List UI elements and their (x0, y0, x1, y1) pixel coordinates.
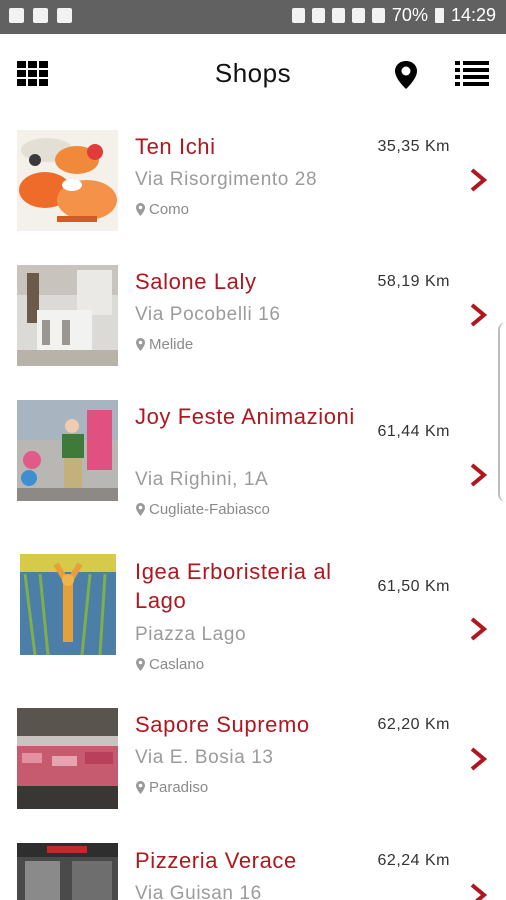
shop-photo (17, 708, 118, 809)
wifi-icon (351, 8, 365, 23)
chevron-right-icon[interactable] (469, 168, 487, 192)
shop-distance: 58,19 Km (377, 273, 450, 290)
list-item[interactable]: Sapore Supremo Via E. Bosia 13 Paradiso … (0, 704, 506, 839)
shop-address: Via Pocobelli 16 (135, 304, 281, 325)
shop-city: Cugliate-Fabiasco (136, 501, 270, 518)
shop-name[interactable]: Pizzeria Verace (135, 846, 365, 875)
list-item[interactable]: Joy Feste Animazioni Via Righini, 1A Cug… (0, 394, 506, 549)
shop-city: Como (136, 201, 189, 218)
shop-address: Via Risorgimento 28 (135, 169, 318, 190)
shop-address: Via Righini, 1A (135, 469, 269, 490)
shop-photo (17, 265, 118, 366)
location-icon (136, 203, 145, 216)
flipboard-notification-icon (57, 8, 72, 23)
city-label: Como (149, 201, 190, 218)
shop-name[interactable]: Igea Erboristeria al Lago (135, 557, 365, 615)
shop-distance: 35,35 Km (377, 138, 450, 155)
clock: 14:29 (450, 5, 496, 25)
shop-address: Via E. Bosia 13 (135, 747, 274, 768)
shop-name[interactable]: Ten Ichi (135, 132, 365, 161)
location-icon (136, 781, 145, 794)
list-item[interactable]: Pizzeria Verace Via Guisan 16 62,24 Km (0, 839, 506, 900)
battery-icon (434, 8, 444, 23)
chevron-right-icon[interactable] (469, 463, 487, 487)
page-title: Shops (214, 58, 292, 88)
list-item[interactable]: Igea Erboristeria al Lago Piazza Lago Ca… (0, 549, 506, 704)
shop-distance: 62,20 Km (377, 716, 450, 733)
city-label: Paradiso (149, 779, 209, 796)
city-label: Caslano (149, 656, 205, 673)
chevron-right-icon[interactable] (469, 617, 487, 641)
shop-address: Via Guisan 16 (135, 883, 262, 900)
shop-photo (17, 400, 118, 501)
bluetooth-icon (311, 8, 325, 23)
shop-distance: 61,44 Km (377, 423, 450, 440)
mute-icon (331, 8, 345, 23)
list-item[interactable]: Ten Ichi Via Risorgimento 28 Como 35,35 … (0, 114, 506, 259)
shop-city: Caslano (136, 656, 204, 673)
shop-list[interactable]: Ten Ichi Via Risorgimento 28 Como 35,35 … (0, 114, 506, 900)
status-bar: 70% 14:29 (0, 0, 506, 34)
chevron-right-icon[interactable] (469, 747, 487, 771)
city-label: Melide (149, 336, 194, 353)
signal-icon (371, 8, 385, 23)
chevron-right-icon[interactable] (469, 883, 487, 900)
shop-name[interactable]: Salone Laly (135, 267, 365, 296)
location-icon (136, 338, 145, 351)
battery-percent: 70% (391, 5, 428, 25)
location-status-icon (291, 8, 305, 23)
shop-photo (17, 130, 118, 231)
shop-name[interactable]: Sapore Supremo (135, 710, 365, 739)
copy-notification-icon (33, 8, 48, 23)
list-item[interactable]: Salone Laly Via Pocobelli 16 Melide 58,1… (0, 259, 506, 394)
app-bar: Shops (0, 34, 506, 114)
city-label: Cugliate-Fabiasco (149, 501, 270, 518)
shop-name[interactable]: Joy Feste Animazioni (135, 402, 365, 431)
scroll-edge-handle[interactable] (498, 322, 506, 502)
map-pin-icon[interactable] (391, 59, 421, 91)
shop-photo (17, 843, 118, 900)
shop-city: Melide (136, 336, 193, 353)
location-icon (136, 658, 145, 671)
shop-distance: 62,24 Km (377, 852, 450, 869)
location-icon (136, 503, 145, 516)
shop-address: Piazza Lago (135, 624, 247, 645)
shop-distance: 61,50 Km (377, 578, 450, 595)
shop-photo (20, 554, 116, 655)
chevron-right-icon[interactable] (469, 303, 487, 327)
list-view-icon[interactable] (455, 59, 489, 89)
shop-city: Paradiso (136, 779, 208, 796)
system-indicators: 70% 14:29 (291, 5, 496, 26)
notification-icons (9, 8, 72, 23)
gallery-notification-icon (9, 8, 24, 23)
